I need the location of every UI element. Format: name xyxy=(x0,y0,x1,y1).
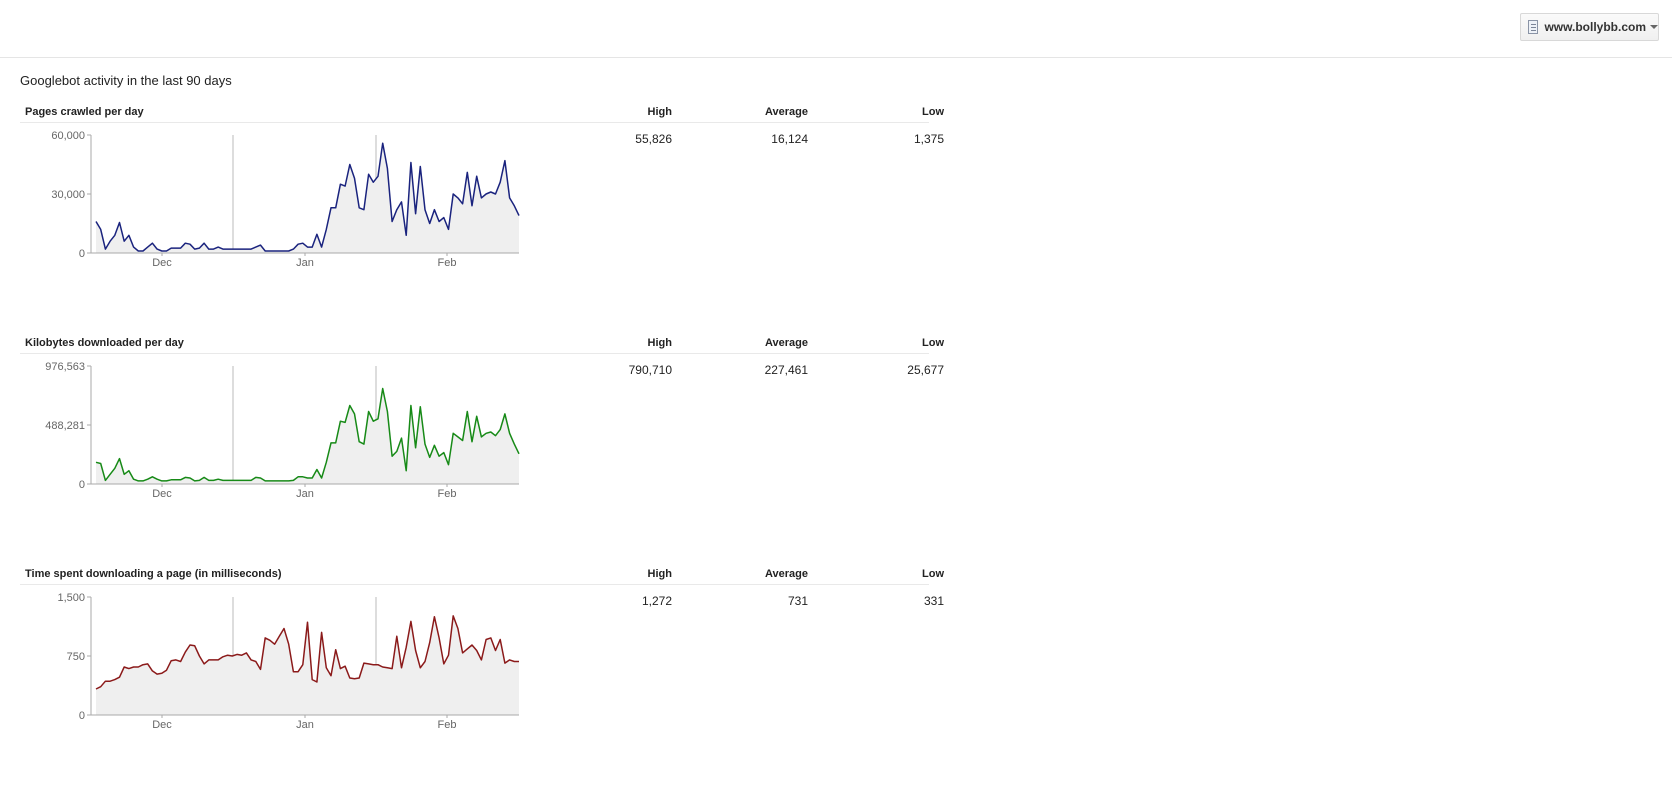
x-tick-label: Dec xyxy=(152,488,172,500)
x-tick-label: Dec xyxy=(152,257,172,269)
low-column-header: Low xyxy=(922,337,944,349)
download-time-chart: 1,500 750 0 Dec Jan Feb xyxy=(57,592,519,731)
x-tick-label: Jan xyxy=(296,488,314,500)
section-title: Kilobytes downloaded per day xyxy=(25,337,184,349)
average-column-header: Average xyxy=(764,337,808,349)
high-value: 790,710 xyxy=(628,363,672,377)
kilobytes-downloaded-chart: 976,563 488,281 0 Dec Jan Feb xyxy=(45,361,520,500)
low-value: 1,375 xyxy=(913,132,944,146)
download-time-section: Time spent downloading a page (in millis… xyxy=(20,562,944,731)
average-value: 16,124 xyxy=(771,132,808,146)
pages-crawled-chart: 60,000 30,000 0 Dec Jan Feb xyxy=(51,130,520,269)
pages-crawled-section: Pages crawled per day High Average Low 5… xyxy=(20,100,944,269)
x-tick-label: Feb xyxy=(438,719,457,731)
y-tick-label: 1,500 xyxy=(57,592,85,604)
site-selector-button[interactable]: www.bollybb.com xyxy=(1520,13,1659,41)
y-tick-label: 976,563 xyxy=(45,361,85,373)
high-column-header: High xyxy=(647,337,672,349)
y-tick-label: 750 xyxy=(67,651,85,663)
x-tick-label: Feb xyxy=(438,488,457,500)
site-name: www.bollybb.com xyxy=(1544,20,1646,34)
x-tick-label: Jan xyxy=(296,257,314,269)
average-column-header: Average xyxy=(764,106,808,118)
kilobytes-downloaded-section: Kilobytes downloaded per day High Averag… xyxy=(20,331,944,500)
average-value: 731 xyxy=(787,594,808,608)
average-value: 227,461 xyxy=(764,363,808,377)
high-value: 55,826 xyxy=(635,132,672,146)
high-value: 1,272 xyxy=(641,594,672,608)
low-value: 25,677 xyxy=(907,363,944,377)
chevron-down-icon xyxy=(1650,25,1658,29)
low-column-header: Low xyxy=(922,106,944,118)
section-header: Pages crawled per day High Average Low xyxy=(20,100,944,123)
y-tick-label: 488,281 xyxy=(45,420,85,432)
y-tick-label: 0 xyxy=(79,710,85,722)
x-tick-label: Dec xyxy=(152,719,172,731)
low-column-header: Low xyxy=(922,568,944,580)
high-column-header: High xyxy=(647,568,672,580)
high-column-header: High xyxy=(647,106,672,118)
y-tick-label: 30,000 xyxy=(51,189,85,201)
x-tick-label: Jan xyxy=(296,719,314,731)
section-header: Kilobytes downloaded per day High Averag… xyxy=(20,331,944,354)
average-column-header: Average xyxy=(764,568,808,580)
x-tick-label: Feb xyxy=(438,257,457,269)
y-tick-label: 60,000 xyxy=(51,130,85,142)
section-title: Pages crawled per day xyxy=(25,106,144,118)
top-bar: www.bollybb.com xyxy=(0,0,1672,58)
series-area xyxy=(96,388,519,484)
site-file-icon xyxy=(1528,20,1539,34)
y-tick-label: 0 xyxy=(79,248,85,260)
low-value: 331 xyxy=(923,594,944,608)
y-tick-label: 0 xyxy=(79,479,85,491)
series-area xyxy=(96,143,519,253)
section-title: Time spent downloading a page (in millis… xyxy=(25,568,282,580)
section-header: Time spent downloading a page (in millis… xyxy=(20,562,944,585)
page-title: Googlebot activity in the last 90 days xyxy=(20,73,232,88)
